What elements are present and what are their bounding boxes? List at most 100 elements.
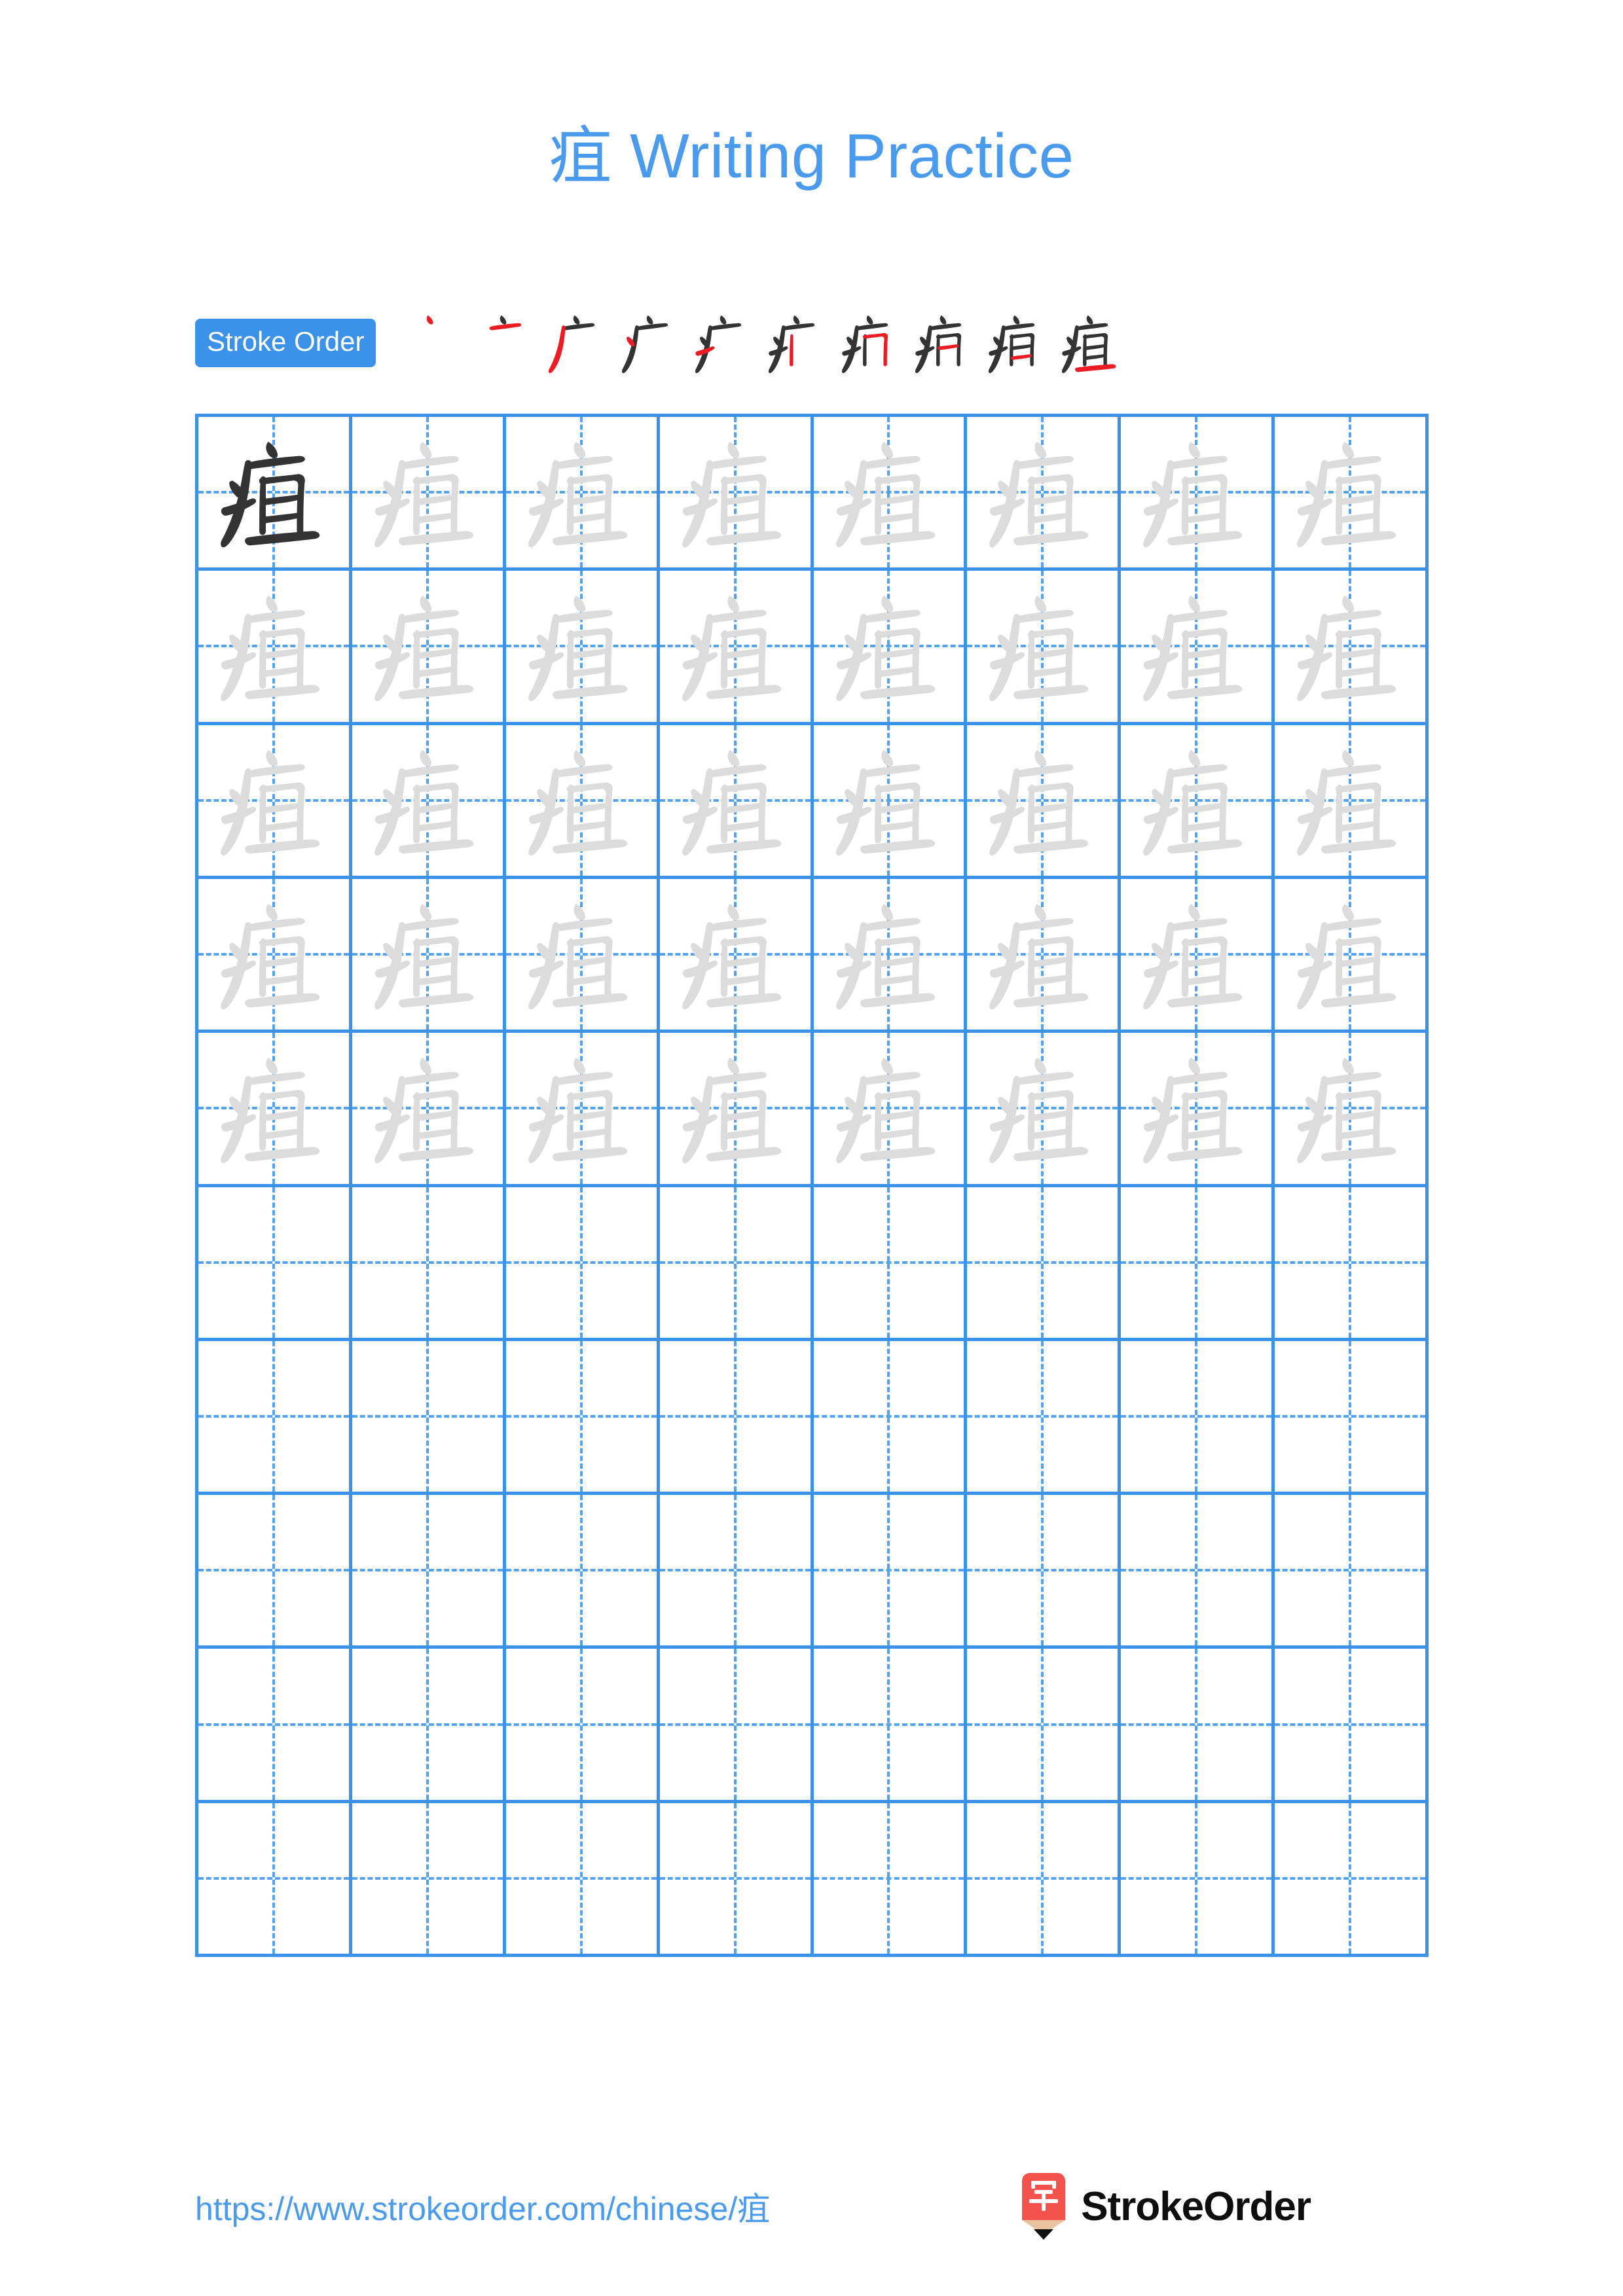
practice-cell-r2-c8[interactable]: [1275, 571, 1429, 725]
practice-cell-r8-c4[interactable]: [659, 1495, 814, 1649]
practice-cell-r7-c2[interactable]: [352, 1340, 506, 1496]
practice-cell-r4-c8[interactable]: [1275, 878, 1429, 1033]
practice-cell-r2-c5[interactable]: [813, 571, 968, 725]
practice-cell-r6-c7[interactable]: [1121, 1187, 1275, 1341]
trace-character: [660, 725, 811, 876]
practice-cell-r5-c4[interactable]: [659, 1033, 814, 1187]
practice-cell-r4-c4[interactable]: [659, 878, 814, 1033]
practice-cell-r1-c4[interactable]: [659, 417, 814, 571]
practice-cell-r9-c5[interactable]: [813, 1649, 968, 1803]
practice-cell-r4-c7[interactable]: [1121, 878, 1275, 1033]
practice-cell-r4-c1[interactable]: [198, 878, 352, 1033]
practice-cell-r8-c2[interactable]: [352, 1495, 506, 1649]
practice-cell-r5-c1[interactable]: [198, 1033, 352, 1187]
trace-character: [506, 1033, 657, 1183]
practice-cell-r5-c7[interactable]: [1121, 1033, 1275, 1187]
trace-character: [1275, 571, 1425, 721]
practice-cell-r10-c8[interactable]: [1275, 1803, 1429, 1957]
practice-cell-r7-c8[interactable]: [1275, 1340, 1429, 1496]
practice-cell-r9-c7[interactable]: [1121, 1649, 1275, 1803]
trace-character: [1275, 879, 1425, 1030]
practice-cell-r3-c1[interactable]: [198, 725, 352, 879]
trace-character: [1121, 571, 1271, 721]
practice-cell-r6-c8[interactable]: [1275, 1187, 1429, 1341]
practice-cell-r3-c5[interactable]: [813, 725, 968, 879]
practice-cell-r3-c6[interactable]: [967, 725, 1122, 879]
practice-cell-r1-c3[interactable]: [505, 417, 660, 571]
practice-cell-r4-c6[interactable]: [967, 878, 1122, 1033]
practice-cell-r6-c1[interactable]: [198, 1187, 352, 1341]
stroke-step-7: [835, 308, 906, 378]
practice-cell-r8-c1[interactable]: [198, 1495, 352, 1649]
practice-cell-r6-c5[interactable]: [813, 1187, 968, 1341]
practice-cell-r6-c3[interactable]: [505, 1187, 660, 1341]
practice-cell-r9-c8[interactable]: [1275, 1649, 1429, 1803]
trace-character: [1275, 1033, 1425, 1183]
practice-cell-r2-c1[interactable]: [198, 571, 352, 725]
trace-character: [1121, 1033, 1271, 1183]
practice-cell-r1-c8[interactable]: [1275, 417, 1429, 571]
practice-cell-r10-c2[interactable]: [352, 1803, 506, 1957]
practice-cell-r5-c5[interactable]: [813, 1033, 968, 1187]
trace-character: [506, 879, 657, 1030]
practice-cell-r7-c4[interactable]: [659, 1340, 814, 1496]
practice-cell-r3-c3[interactable]: [505, 725, 660, 879]
practice-cell-r1-c1[interactable]: [198, 417, 352, 571]
practice-cell-r10-c5[interactable]: [813, 1803, 968, 1957]
practice-cell-r9-c6[interactable]: [967, 1649, 1122, 1803]
practice-cell-r9-c2[interactable]: [352, 1649, 506, 1803]
practice-cell-r1-c7[interactable]: [1121, 417, 1275, 571]
practice-cell-r2-c2[interactable]: [352, 571, 506, 725]
practice-cell-r2-c4[interactable]: [659, 571, 814, 725]
practice-cell-r5-c8[interactable]: [1275, 1033, 1429, 1187]
practice-cell-r10-c7[interactable]: [1121, 1803, 1275, 1957]
practice-cell-r5-c2[interactable]: [352, 1033, 506, 1187]
practice-cell-r8-c7[interactable]: [1121, 1495, 1275, 1649]
practice-cell-r1-c5[interactable]: [813, 417, 968, 571]
trace-character: [967, 879, 1118, 1030]
practice-cell-r10-c4[interactable]: [659, 1803, 814, 1957]
stroke-step-3: [542, 308, 613, 378]
practice-cell-r8-c6[interactable]: [967, 1495, 1122, 1649]
practice-cell-r3-c7[interactable]: [1121, 725, 1275, 879]
practice-cell-r7-c7[interactable]: [1121, 1340, 1275, 1496]
practice-cell-r8-c3[interactable]: [505, 1495, 660, 1649]
trace-character: [1275, 725, 1425, 876]
practice-cell-r7-c3[interactable]: [505, 1340, 660, 1496]
practice-cell-r7-c1[interactable]: [198, 1340, 352, 1496]
practice-cell-r4-c2[interactable]: [352, 878, 506, 1033]
trace-character: [352, 725, 503, 876]
practice-cell-r10-c3[interactable]: [505, 1803, 660, 1957]
practice-cell-r4-c3[interactable]: [505, 878, 660, 1033]
practice-cell-r6-c4[interactable]: [659, 1187, 814, 1341]
practice-cell-r1-c6[interactable]: [967, 417, 1122, 571]
practice-cell-r5-c3[interactable]: [505, 1033, 660, 1187]
practice-cell-r9-c1[interactable]: [198, 1649, 352, 1803]
practice-cell-r9-c3[interactable]: [505, 1649, 660, 1803]
practice-cell-r10-c6[interactable]: [967, 1803, 1122, 1957]
strokeorder-logo[interactable]: StrokeOrder: [1018, 2173, 1429, 2240]
practice-cell-r2-c7[interactable]: [1121, 571, 1275, 725]
practice-cell-r3-c8[interactable]: [1275, 725, 1429, 879]
practice-cell-r7-c6[interactable]: [967, 1340, 1122, 1496]
footer-url-link[interactable]: https://www.strokeorder.com/chinese/疽: [195, 2183, 770, 2230]
practice-cell-r8-c5[interactable]: [813, 1495, 968, 1649]
pencil-logo-icon: [1022, 2173, 1066, 2240]
practice-cell-r4-c5[interactable]: [813, 878, 968, 1033]
practice-cell-r5-c6[interactable]: [967, 1033, 1122, 1187]
strokeorder-wordmark: StrokeOrder: [1081, 2183, 1311, 2229]
page-title-character: 疽: [549, 119, 612, 192]
practice-cell-r3-c4[interactable]: [659, 725, 814, 879]
page-title-suffix: Writing Practice: [611, 121, 1074, 191]
practice-cell-r9-c4[interactable]: [659, 1649, 814, 1803]
practice-cell-r6-c6[interactable]: [967, 1187, 1122, 1341]
trace-character: [352, 1033, 503, 1183]
practice-cell-r7-c5[interactable]: [813, 1340, 968, 1496]
practice-cell-r1-c2[interactable]: [352, 417, 506, 571]
practice-cell-r8-c8[interactable]: [1275, 1495, 1429, 1649]
practice-cell-r2-c3[interactable]: [505, 571, 660, 725]
practice-cell-r3-c2[interactable]: [352, 725, 506, 879]
practice-cell-r10-c1[interactable]: [198, 1803, 352, 1957]
practice-cell-r2-c6[interactable]: [967, 571, 1122, 725]
practice-cell-r6-c2[interactable]: [352, 1187, 506, 1341]
